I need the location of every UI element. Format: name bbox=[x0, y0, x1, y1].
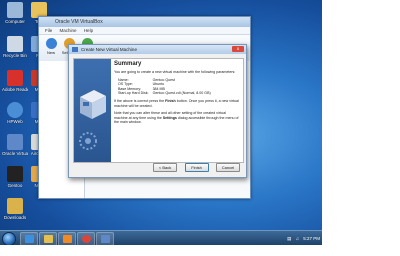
hp-icon bbox=[7, 102, 23, 118]
desktop-icon-recycle-bin[interactable]: Recycle Bin bbox=[2, 36, 28, 58]
taskbar-chrome[interactable] bbox=[77, 232, 95, 245]
summary-heading: Summary bbox=[114, 61, 142, 67]
back-button[interactable]: < Back bbox=[153, 163, 178, 172]
close-button[interactable]: x bbox=[232, 46, 244, 52]
param-row: Start-up Hard Disk: Gentoo Quest.vdi (No… bbox=[118, 91, 215, 96]
menu-file[interactable]: File bbox=[45, 28, 52, 33]
desktop-icon-computer[interactable]: Computer bbox=[2, 2, 28, 24]
virtualbox-icon bbox=[100, 235, 110, 243]
parameters-table: Name: Gentoo Quest OS Type: Ubuntu Base … bbox=[118, 78, 215, 96]
system-tray: ▤ ♫ 5:27 PM bbox=[284, 231, 320, 245]
param-value: Gentoo Quest.vdi (Normal, 8.00 GB) bbox=[152, 91, 211, 96]
new-button[interactable]: New bbox=[43, 38, 59, 55]
explorer-icon bbox=[43, 235, 53, 243]
computer-icon bbox=[7, 2, 23, 18]
clock[interactable]: 5:27 PM bbox=[303, 236, 320, 241]
new-vm-icon bbox=[45, 38, 57, 49]
recycle-bin-icon bbox=[7, 36, 23, 52]
settings-note: Note that you can alter these and all ot… bbox=[114, 111, 239, 125]
media-player-icon bbox=[62, 235, 72, 243]
internet-explorer-icon bbox=[24, 235, 34, 243]
summary-content: Summary You are going to create a new vi… bbox=[114, 61, 240, 128]
taskbar-virtualbox[interactable] bbox=[96, 232, 114, 245]
menu-machine[interactable]: Machine bbox=[60, 28, 77, 33]
taskbar: ▤ ♫ 5:27 PM bbox=[0, 230, 322, 245]
virtualbox-icon bbox=[72, 47, 78, 52]
cancel-button[interactable]: Cancel bbox=[216, 163, 240, 172]
chrome-icon bbox=[81, 235, 91, 243]
adobe-reader-icon bbox=[7, 70, 23, 86]
network-icon[interactable]: ▤ bbox=[287, 236, 291, 241]
desktop-icon-downloads[interactable]: Downloads bbox=[2, 198, 28, 220]
virtualbox-cube-graphic bbox=[74, 59, 111, 162]
desktop-icon-gentoo[interactable]: Gentoo bbox=[2, 166, 28, 188]
desktop-icon-virtualbox[interactable]: Oracle Virtualbox bbox=[2, 134, 28, 156]
wizard-title-bar: Create New Virtual Machine x bbox=[69, 45, 246, 54]
create-vm-wizard: Create New Virtual Machine x Summary You… bbox=[68, 44, 247, 178]
param-key: Start-up Hard Disk: bbox=[118, 91, 149, 96]
start-button[interactable] bbox=[2, 232, 16, 245]
wizard-title: Create New Virtual Machine bbox=[81, 47, 137, 52]
taskbar-media-player[interactable] bbox=[58, 232, 76, 245]
menu-help[interactable]: Help bbox=[84, 28, 93, 33]
virtualbox-icon bbox=[7, 134, 23, 150]
folder-icon bbox=[7, 198, 23, 214]
wizard-body: Summary You are going to create a new vi… bbox=[73, 58, 244, 163]
desktop-icon-hpweb[interactable]: HPWeb bbox=[2, 102, 28, 124]
desktop-icon-adobe-reader[interactable]: Adobe Reader bbox=[2, 70, 28, 92]
finish-button[interactable]: Finish bbox=[184, 163, 209, 172]
gentoo-icon bbox=[7, 166, 23, 182]
desktop: Computer Tele Recycle Bin Ne Adobe Reade… bbox=[0, 0, 322, 245]
menu-bar: File Machine Help bbox=[39, 27, 250, 35]
summary-intro: You are going to create a new virtual ma… bbox=[114, 70, 236, 74]
taskbar-explorer[interactable] bbox=[39, 232, 57, 245]
window-title: Oracle VM VirtualBox bbox=[39, 17, 250, 27]
wizard-buttons: < Back Finish Cancel bbox=[150, 156, 240, 174]
volume-icon[interactable]: ♫ bbox=[296, 236, 299, 241]
taskbar-internet-explorer[interactable] bbox=[20, 232, 38, 245]
finish-instruction: If the above is correct press the Finish… bbox=[114, 98, 239, 108]
